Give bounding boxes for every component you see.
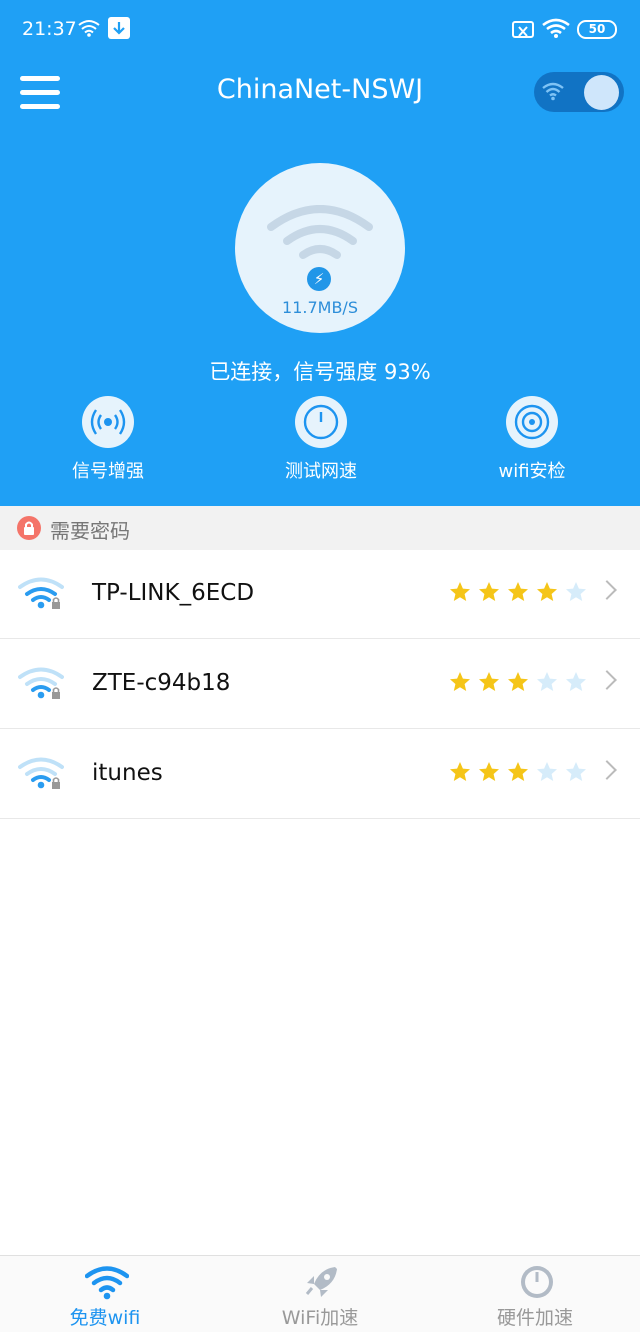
locked-wifi-icon bbox=[18, 667, 64, 699]
network-name: TP-LINK_6ECD bbox=[92, 580, 255, 606]
action-label: 信号增强 bbox=[72, 461, 144, 482]
stars-svg bbox=[450, 582, 586, 601]
big-wifi-icon bbox=[267, 205, 373, 259]
menu-button[interactable] bbox=[20, 76, 60, 109]
bottom-nav: 免费wifi WiFi加速 硬件加速 bbox=[0, 1255, 640, 1332]
signal-rating bbox=[448, 760, 593, 788]
network-name: ZTE-c94b18 bbox=[92, 670, 231, 696]
chevron-right-icon bbox=[597, 580, 617, 600]
star-filled-icon bbox=[450, 672, 470, 691]
nav-wifi-boost[interactable]: WiFi加速 bbox=[240, 1256, 400, 1332]
star-filled-icon bbox=[537, 582, 557, 601]
security-check-icon bbox=[506, 396, 558, 448]
network-row[interactable]: TP-LINK_6ECD bbox=[0, 550, 640, 639]
connection-speed: 11.7MB/S bbox=[282, 298, 358, 317]
star-empty-icon bbox=[537, 762, 557, 781]
no-sim-icon bbox=[512, 21, 534, 38]
nav-free-wifi[interactable]: 免费wifi bbox=[25, 1256, 185, 1332]
wifi-icon bbox=[85, 1266, 129, 1300]
lock-icon bbox=[17, 516, 41, 540]
star-filled-icon bbox=[479, 672, 499, 691]
locked-wifi-icon bbox=[18, 577, 64, 609]
action-label: 测试网速 bbox=[285, 461, 357, 482]
network-row[interactable]: ZTE-c94b18 bbox=[0, 640, 640, 729]
action-label: wifi安检 bbox=[498, 461, 566, 482]
star-empty-icon bbox=[537, 672, 557, 691]
speed-test-button[interactable]: 测试网速 bbox=[251, 396, 391, 483]
toggle-wifi-icon bbox=[542, 82, 564, 101]
speedometer-icon bbox=[295, 396, 347, 448]
section-title: 需要密码 bbox=[50, 519, 130, 543]
status-bar: 21:37 50 bbox=[0, 0, 640, 60]
battery-icon: 50 bbox=[577, 20, 617, 39]
star-filled-icon bbox=[508, 672, 528, 691]
nav-label: WiFi加速 bbox=[281, 1307, 359, 1329]
signal-boost-button[interactable]: 信号增强 bbox=[38, 396, 178, 483]
network-name: itunes bbox=[92, 760, 163, 786]
chevron-right-icon bbox=[597, 760, 617, 780]
signal-rating bbox=[448, 670, 593, 698]
star-empty-icon bbox=[566, 762, 586, 781]
gauge-icon bbox=[521, 1266, 553, 1298]
chevron-right-icon bbox=[597, 670, 617, 690]
star-filled-icon bbox=[508, 762, 528, 781]
signal-boost-icon bbox=[82, 396, 134, 448]
status-wifi-strength-icon bbox=[542, 18, 570, 38]
star-filled-icon bbox=[479, 582, 499, 601]
signal-rating bbox=[448, 580, 593, 608]
current-network-title: ChinaNet-NSWJ bbox=[216, 74, 424, 105]
star-empty-icon bbox=[566, 672, 586, 691]
star-filled-icon bbox=[479, 762, 499, 781]
download-notification-icon bbox=[108, 17, 130, 39]
stars-svg bbox=[450, 762, 586, 781]
wifi-security-check-button[interactable]: wifi安检 bbox=[462, 396, 602, 483]
toggle-knob[interactable] bbox=[584, 75, 619, 110]
status-wifi-icon bbox=[78, 20, 100, 37]
network-row[interactable]: itunes bbox=[0, 730, 640, 819]
rocket-icon bbox=[305, 1267, 337, 1297]
star-filled-icon bbox=[508, 582, 528, 601]
nav-label: 免费wifi bbox=[69, 1307, 141, 1329]
star-filled-icon bbox=[450, 762, 470, 781]
stars-svg bbox=[450, 672, 586, 691]
status-time: 21:37 bbox=[22, 18, 77, 40]
star-empty-icon bbox=[566, 582, 586, 601]
connection-status: 已连接，信号强度 93% bbox=[209, 360, 431, 384]
lightning-icon: ⚡ bbox=[307, 267, 331, 291]
star-filled-icon bbox=[450, 582, 470, 601]
section-header: 需要密码 bbox=[0, 506, 640, 550]
nav-label: 硬件加速 bbox=[496, 1307, 573, 1329]
locked-wifi-icon bbox=[18, 757, 64, 789]
nav-hardware-boost[interactable]: 硬件加速 bbox=[455, 1256, 615, 1332]
